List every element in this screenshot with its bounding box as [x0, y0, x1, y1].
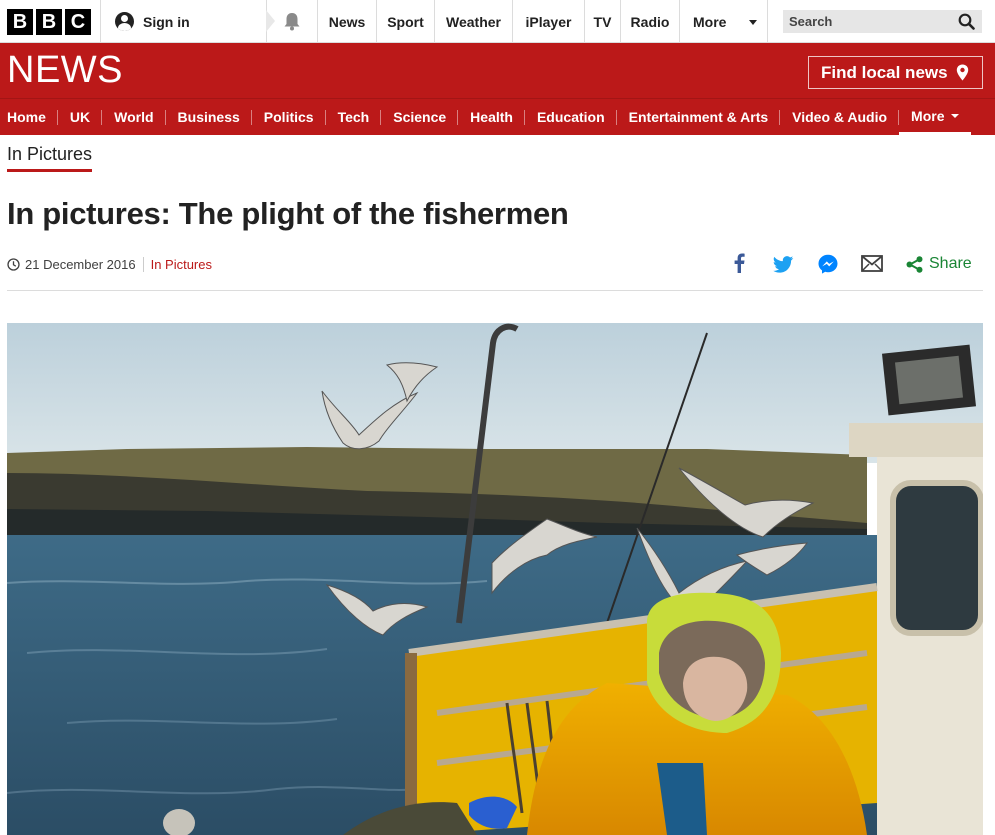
top-nav-radio[interactable]: Radio [620, 0, 679, 43]
nav-item-entertainment-arts[interactable]: Entertainment & Arts [617, 99, 781, 135]
find-local-news-label: Find local news [821, 62, 948, 82]
top-nav-tv[interactable]: TV [584, 0, 620, 43]
clock-icon [7, 258, 20, 271]
sign-in-label: Sign in [143, 13, 190, 30]
section-title[interactable]: In Pictures [7, 144, 93, 172]
nav-item-health[interactable]: Health [458, 99, 525, 135]
nav-item-more[interactable]: More [899, 99, 971, 136]
nav-item-more-label: More [911, 107, 945, 124]
news-masthead: NEWS Find local news [0, 43, 995, 98]
top-nav-more[interactable]: More [679, 0, 768, 43]
bbc-logo-letter: B [36, 9, 62, 35]
top-nav-sport[interactable]: Sport [376, 0, 434, 43]
nav-item-business[interactable]: Business [166, 99, 253, 135]
chevron-down-icon [950, 113, 959, 118]
facebook-icon[interactable] [733, 253, 747, 273]
find-local-news-button[interactable]: Find local news [808, 56, 983, 89]
share-icon[interactable] [906, 256, 923, 273]
divider [7, 290, 983, 291]
bbc-top-bar: B B C Sign in News Sport Weather iPlayer… [0, 0, 995, 43]
location-pin-icon [956, 64, 968, 81]
bbc-logo-letter: B [7, 9, 33, 35]
nav-item-video-audio[interactable]: Video & Audio [780, 99, 899, 135]
bell-icon [284, 13, 299, 31]
nav-item-uk[interactable]: UK [58, 99, 103, 135]
nav-item-world[interactable]: World [102, 99, 166, 135]
search-placeholder: Search [789, 14, 833, 29]
article-date: 21 December 2016 [25, 257, 136, 272]
top-nav-iplayer[interactable]: iPlayer [512, 0, 584, 43]
email-icon[interactable] [861, 255, 883, 272]
bbc-logo-letter: C [65, 9, 91, 35]
divider [142, 257, 144, 272]
news-logo[interactable]: NEWS [7, 49, 123, 92]
nav-item-tech[interactable]: Tech [326, 99, 382, 135]
top-nav-weather[interactable]: Weather [434, 0, 512, 43]
top-nav: News Sport Weather iPlayer TV Radio More [317, 0, 768, 43]
article-category-link[interactable]: In Pictures [151, 257, 212, 272]
nav-item-science[interactable]: Science [381, 99, 459, 135]
sign-in-link[interactable]: Sign in [100, 0, 266, 43]
section-nav: Home UK World Business Politics Tech Sci… [0, 98, 995, 136]
article-headline: In pictures: The plight of the fishermen [7, 196, 569, 231]
nav-item-politics[interactable]: Politics [252, 99, 326, 135]
article-meta: 21 December 2016 In Pictures [7, 257, 212, 272]
messenger-icon[interactable] [818, 254, 838, 274]
top-nav-more-label: More [693, 13, 727, 30]
share-label[interactable]: Share [929, 255, 972, 273]
hero-image [7, 323, 983, 835]
twitter-icon[interactable] [773, 256, 794, 273]
bbc-logo[interactable]: B B C [7, 9, 91, 35]
user-icon [115, 12, 134, 31]
nav-item-home[interactable]: Home [0, 99, 58, 135]
notifications-button[interactable] [266, 0, 317, 43]
search-icon[interactable] [958, 13, 975, 30]
search-input[interactable]: Search [783, 10, 982, 33]
top-nav-news[interactable]: News [317, 0, 376, 43]
chevron-down-icon [749, 20, 757, 25]
nav-item-education[interactable]: Education [525, 99, 617, 135]
